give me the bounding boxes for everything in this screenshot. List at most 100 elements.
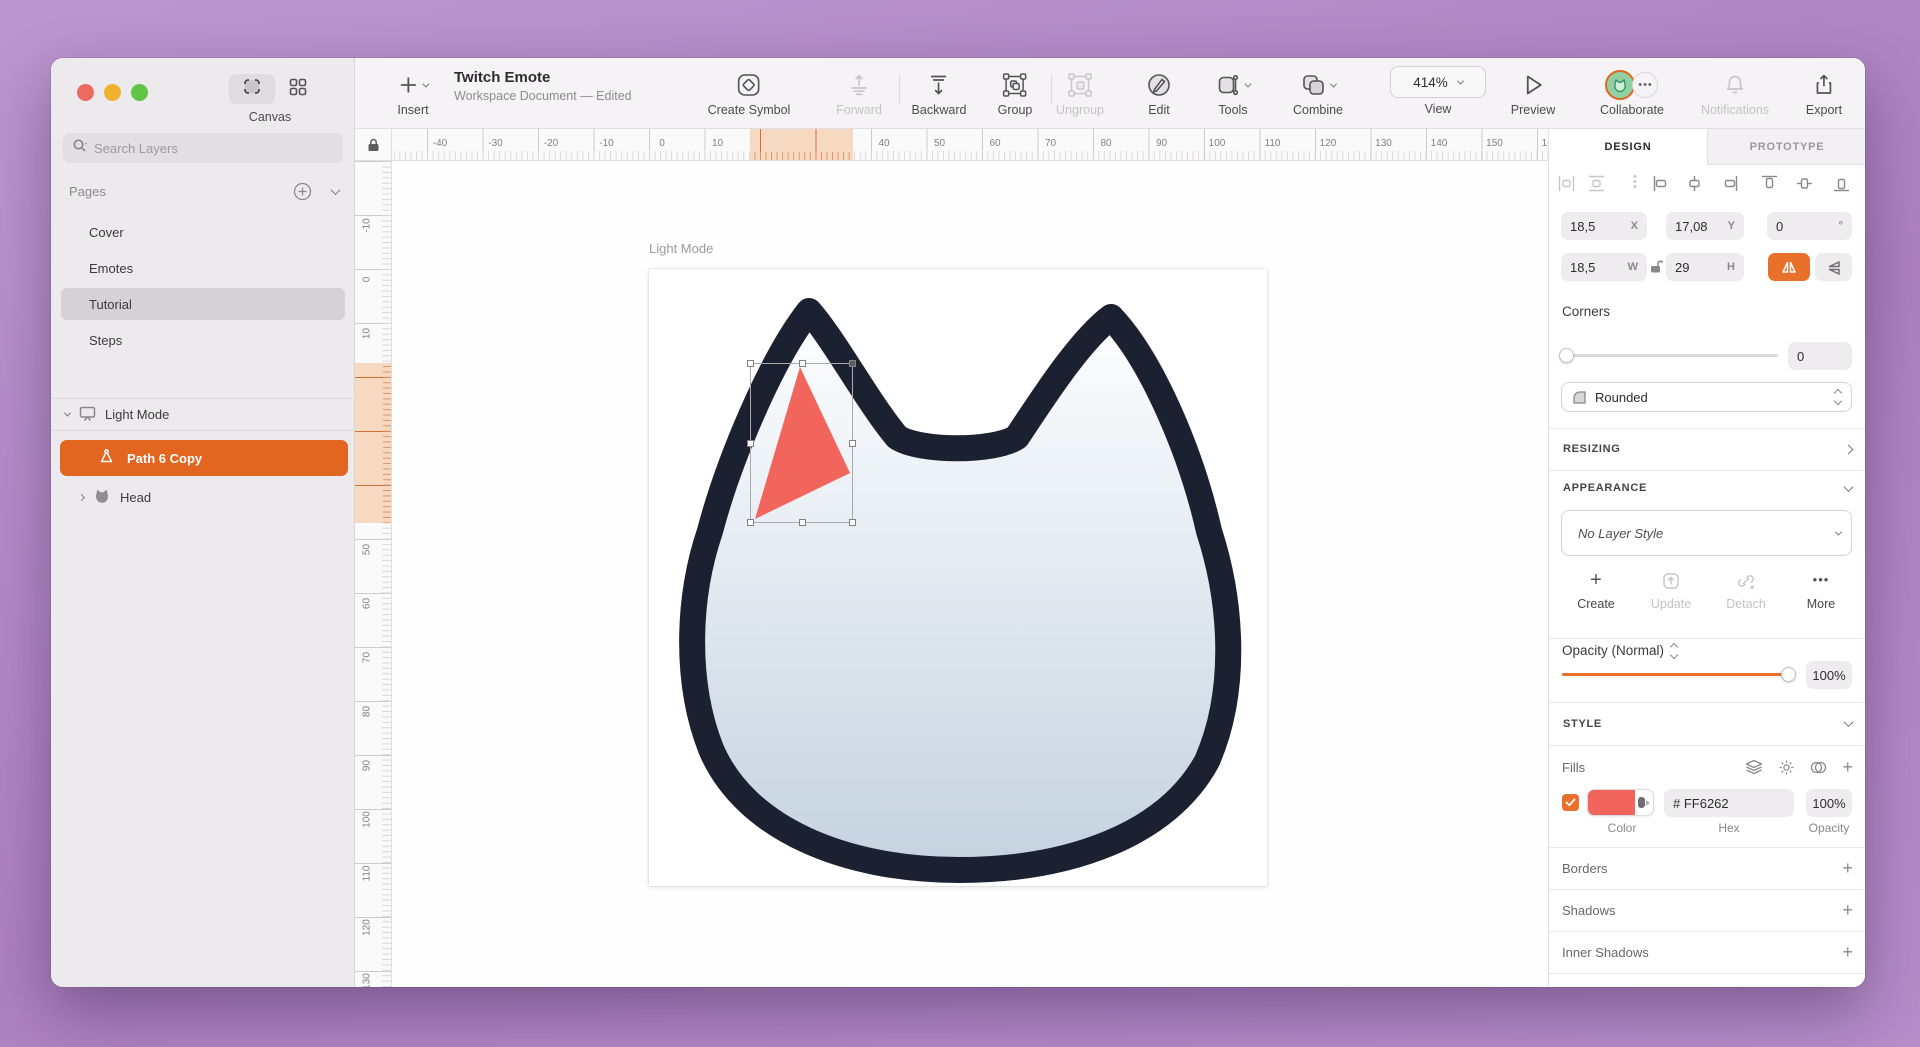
y-position-field[interactable]: 17,08 Y (1666, 212, 1744, 240)
horizontal-ruler[interactable]: -40-30-20-100102030405060708090100110120… (355, 129, 1548, 161)
add-fill-button[interactable]: + (1842, 757, 1853, 778)
add-page-button[interactable] (293, 182, 312, 201)
grid-view-button[interactable] (275, 74, 321, 104)
corners-value-field[interactable]: 0 (1788, 342, 1852, 370)
lock-icon (367, 138, 380, 152)
resize-handle-sw[interactable] (747, 519, 754, 526)
add-border-button[interactable]: + (1842, 858, 1853, 879)
ruler-label: 100 (1209, 138, 1226, 149)
resize-handle-ne[interactable] (849, 360, 856, 367)
layer-item-head-group[interactable]: Head (51, 482, 355, 512)
distribute-horizontal-icon[interactable] (1557, 174, 1576, 193)
close-button[interactable] (77, 84, 94, 101)
resizing-section-header[interactable]: RESIZING (1549, 428, 1865, 470)
opacity-slider-track[interactable] (1562, 673, 1794, 676)
align-right-icon[interactable] (1720, 174, 1739, 193)
corners-slider-track[interactable] (1563, 354, 1778, 357)
canvas[interactable]: Light Mode (355, 129, 1548, 987)
distribute-vertical-icon[interactable] (1587, 174, 1606, 193)
export-button[interactable]: Export (1806, 68, 1842, 117)
minimize-button[interactable] (104, 84, 121, 101)
style-section-header[interactable]: STYLE (1549, 702, 1865, 745)
fill-blend-icon[interactable] (1810, 760, 1827, 775)
group-button[interactable]: Group (998, 68, 1033, 117)
flip-horizontal-button[interactable] (1768, 253, 1810, 281)
page-item-steps[interactable]: Steps (61, 324, 345, 356)
add-shadow-button[interactable]: + (1842, 900, 1853, 921)
align-center-horizontal-icon[interactable] (1685, 174, 1704, 193)
color-variable-control[interactable] (1635, 790, 1653, 815)
divider (1549, 973, 1865, 974)
create-style-button[interactable]: + Create (1563, 569, 1629, 611)
tab-design[interactable]: DESIGN (1549, 129, 1707, 165)
more-styles-button[interactable]: ••• More (1788, 569, 1854, 611)
selected-triangle-shape[interactable] (751, 364, 854, 524)
preview-button[interactable]: Preview (1511, 68, 1555, 117)
corner-style-select[interactable]: Rounded (1561, 382, 1852, 412)
chevron-down-icon[interactable] (64, 410, 71, 417)
backward-button[interactable]: Backward (912, 68, 967, 117)
artboard-title[interactable]: Light Mode (649, 241, 713, 256)
width-field[interactable]: 18,5 W (1561, 253, 1647, 281)
fill-presets-icon[interactable] (1745, 759, 1763, 775)
flip-vertical-button[interactable] (1815, 253, 1852, 281)
resize-handle-n[interactable] (799, 360, 806, 367)
divider (1549, 638, 1865, 639)
insert-button[interactable]: Insert (397, 68, 428, 117)
zoom-control[interactable]: 414% View (1390, 66, 1486, 116)
zoom-dropdown[interactable]: 414% (1390, 66, 1486, 98)
canvas-view-button[interactable] (229, 74, 275, 104)
pages-collapse-icon[interactable] (331, 185, 341, 195)
collaborators-more-button[interactable]: ••• (1633, 72, 1659, 98)
selection-box[interactable] (750, 363, 853, 523)
resize-handle-s[interactable] (799, 519, 806, 526)
rotation-field[interactable]: 0 ° (1767, 212, 1852, 240)
x-position-field[interactable]: 18,5 X (1561, 212, 1647, 240)
layer-style-select[interactable]: No Layer Style (1561, 510, 1852, 556)
page-item-cover[interactable]: Cover (61, 216, 345, 248)
collaborator-avatar[interactable] (1606, 70, 1636, 100)
combine-button[interactable]: Combine (1293, 68, 1343, 117)
fill-color-swatch[interactable] (1587, 789, 1654, 816)
blend-mode-stepper-icon[interactable] (1671, 644, 1677, 658)
lock-ratio-icon[interactable] (1649, 259, 1663, 274)
resize-handle-w[interactable] (747, 440, 754, 447)
chevron-right-icon[interactable] (78, 493, 85, 500)
artboard[interactable] (649, 269, 1267, 886)
cat-head-shape[interactable] (649, 269, 1267, 886)
resize-handle-nw[interactable] (747, 360, 754, 367)
appearance-section-header[interactable]: APPEARANCE (1549, 470, 1865, 506)
resize-handle-se[interactable] (849, 519, 856, 526)
vertical-ruler[interactable]: -100102030405060708090100110120130 (355, 161, 392, 987)
layer-item-artboard[interactable]: Light Mode (51, 399, 355, 430)
tools-button[interactable]: Tools (1216, 68, 1251, 117)
page-item-tutorial[interactable]: Tutorial (61, 288, 345, 320)
align-middle-vertical-icon[interactable] (1795, 174, 1814, 193)
collaborate-button[interactable]: ••• Collaborate (1600, 68, 1664, 117)
fill-opacity-field[interactable]: 100% (1806, 789, 1852, 817)
edit-button[interactable]: Edit (1146, 68, 1172, 117)
align-top-icon[interactable] (1760, 174, 1779, 193)
align-bottom-icon[interactable] (1832, 174, 1851, 193)
x-unit: X (1631, 220, 1638, 232)
zoom-button[interactable] (131, 84, 148, 101)
align-left-icon[interactable] (1652, 174, 1671, 193)
opacity-slider-knob[interactable] (1781, 667, 1796, 682)
corners-slider-knob[interactable] (1559, 348, 1574, 363)
page-item-emotes[interactable]: Emotes (61, 252, 345, 284)
layer-item-selected[interactable]: Path 6 Copy (60, 440, 348, 476)
fill-enabled-checkbox[interactable] (1562, 794, 1579, 811)
search-input[interactable] (94, 141, 294, 156)
ruler-corner[interactable] (355, 129, 392, 161)
tab-prototype[interactable]: PROTOTYPE (1707, 129, 1865, 165)
height-field[interactable]: 29 H (1666, 253, 1744, 281)
fill-hex-field[interactable]: # FF6262 (1664, 789, 1794, 817)
add-inner-shadow-button[interactable]: + (1842, 942, 1853, 963)
fill-settings-gear-icon[interactable] (1778, 759, 1795, 776)
share-icon (1812, 73, 1836, 97)
search-field[interactable] (63, 133, 343, 163)
opacity-value-field[interactable]: 100% (1806, 661, 1852, 689)
fill-color-well[interactable] (1588, 790, 1635, 815)
create-symbol-button[interactable]: Create Symbol (708, 68, 791, 117)
resize-handle-e[interactable] (849, 440, 856, 447)
